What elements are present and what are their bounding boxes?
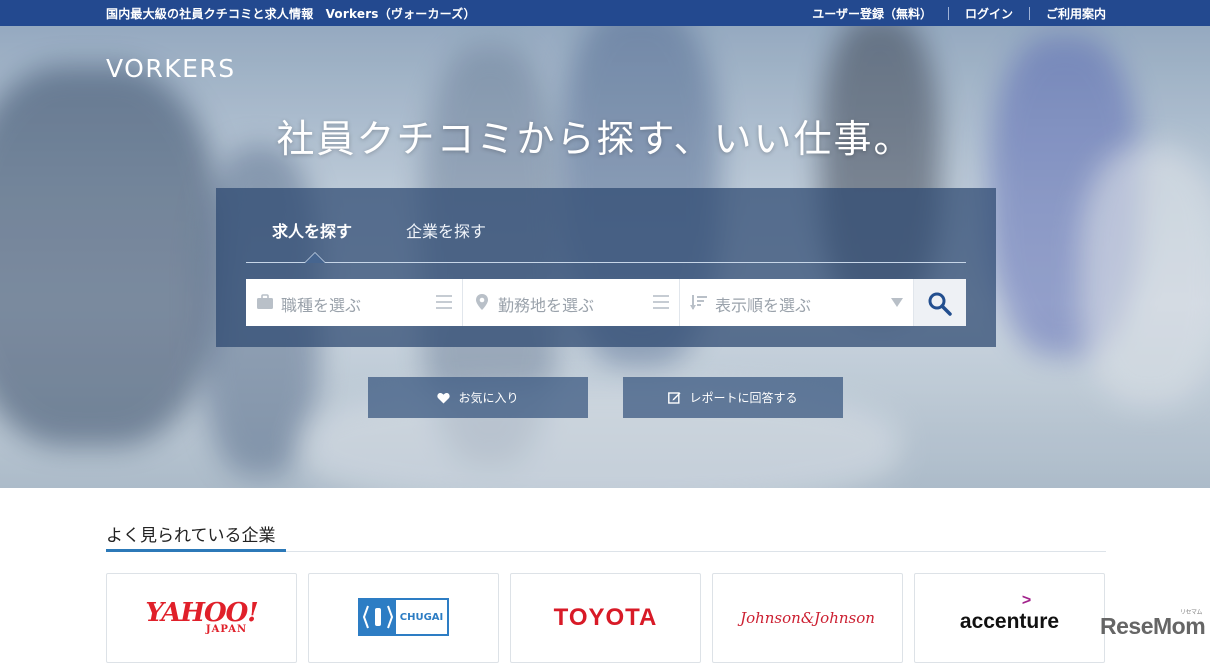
tab-job-search[interactable]: 求人を探す <box>272 218 352 242</box>
report-label: レポートに回答する <box>689 391 798 405</box>
company-name: CHUGAI <box>399 611 444 623</box>
search-button[interactable] <box>914 279 966 326</box>
chugai-logo: CHUGAI <box>309 598 498 638</box>
company-card-accenture[interactable]: > accenture <box>914 573 1105 663</box>
briefcase-icon <box>257 294 273 309</box>
sort-icon <box>690 295 707 310</box>
divider <box>1028 7 1030 20</box>
accenture-logo: > accenture <box>915 592 1104 634</box>
hero-headline: 社員クチコミから探す、いい仕事。 <box>276 117 914 161</box>
search-fields: 職種を選ぶ 勤務地を選ぶ 表示順を選ぶ <box>246 279 966 326</box>
list-icon <box>653 295 669 309</box>
accenture-mark-icon: > <box>1021 592 1032 609</box>
list-icon <box>436 295 452 309</box>
occupation-placeholder: 職種を選ぶ <box>281 296 362 315</box>
report-button[interactable]: レポートに回答する <box>623 377 843 418</box>
company-name: TOYOTA <box>553 604 658 631</box>
company-card-jnj[interactable]: Johnson&Johnson <box>712 573 903 663</box>
search-tabs: 求人を探す 企業を探す <box>246 188 966 263</box>
top-bar: 国内最大級の社員クチコミと求人情報 Vorkers（ヴォーカーズ） ユーザー登録… <box>0 0 1210 26</box>
company-card-chugai[interactable]: CHUGAI <box>308 573 499 663</box>
yahoo-logo: YAHOO! JAPAN <box>107 600 296 635</box>
popular-companies-title: よく見られている企業 <box>106 526 276 546</box>
vorkers-logo[interactable]: VORKERS <box>106 54 236 83</box>
top-links: ユーザー登録（無料） ログイン ご利用案内 <box>812 5 1106 22</box>
register-link[interactable]: ユーザー登録（無料） <box>812 5 932 22</box>
sort-select[interactable]: 表示順を選ぶ <box>680 279 914 326</box>
chugai-emblem-icon <box>359 600 396 634</box>
tab-company-search[interactable]: 企業を探す <box>406 218 486 242</box>
active-tab-caret <box>304 252 326 263</box>
resemom-watermark: ReseMom リセマム <box>1100 610 1206 639</box>
company-list: YAHOO! JAPAN CHUGAI TOYOTA Johnson&Johns… <box>106 573 1105 663</box>
occupation-select[interactable]: 職種を選ぶ <box>246 279 463 326</box>
title-underline <box>106 549 286 552</box>
location-placeholder: 勤務地を選ぶ <box>498 296 595 315</box>
search-icon <box>928 292 952 316</box>
login-link[interactable]: ログイン <box>965 5 1013 22</box>
company-card-toyota[interactable]: TOYOTA <box>510 573 701 663</box>
toyota-logo: TOYOTA <box>511 604 700 632</box>
search-panel: 求人を探す 企業を探す 職種を選ぶ 勤務地を選ぶ 表示順を選ぶ <box>216 188 996 347</box>
site-tagline: 国内最大級の社員クチコミと求人情報 Vorkers（ヴォーカーズ） <box>106 7 476 21</box>
hero-section: VORKERS 社員クチコミから探す、いい仕事。 求人を探す 企業を探す 職種を… <box>0 26 1210 488</box>
favorites-button[interactable]: お気に入り <box>368 377 588 418</box>
dropdown-arrow-icon <box>891 298 903 307</box>
edit-icon <box>668 392 681 404</box>
guide-link[interactable]: ご利用案内 <box>1046 5 1106 22</box>
jnj-logo: Johnson&Johnson <box>713 608 902 627</box>
heart-icon <box>437 392 451 403</box>
location-pin-icon <box>476 294 488 310</box>
location-select[interactable]: 勤務地を選ぶ <box>463 279 680 326</box>
company-name: Johnson&Johnson <box>740 609 875 627</box>
sort-placeholder: 表示順を選ぶ <box>715 296 812 315</box>
company-name: accenture <box>959 610 1060 633</box>
favorites-label: お気に入り <box>458 391 519 405</box>
divider <box>947 7 949 20</box>
company-card-yahoo[interactable]: YAHOO! JAPAN <box>106 573 297 663</box>
